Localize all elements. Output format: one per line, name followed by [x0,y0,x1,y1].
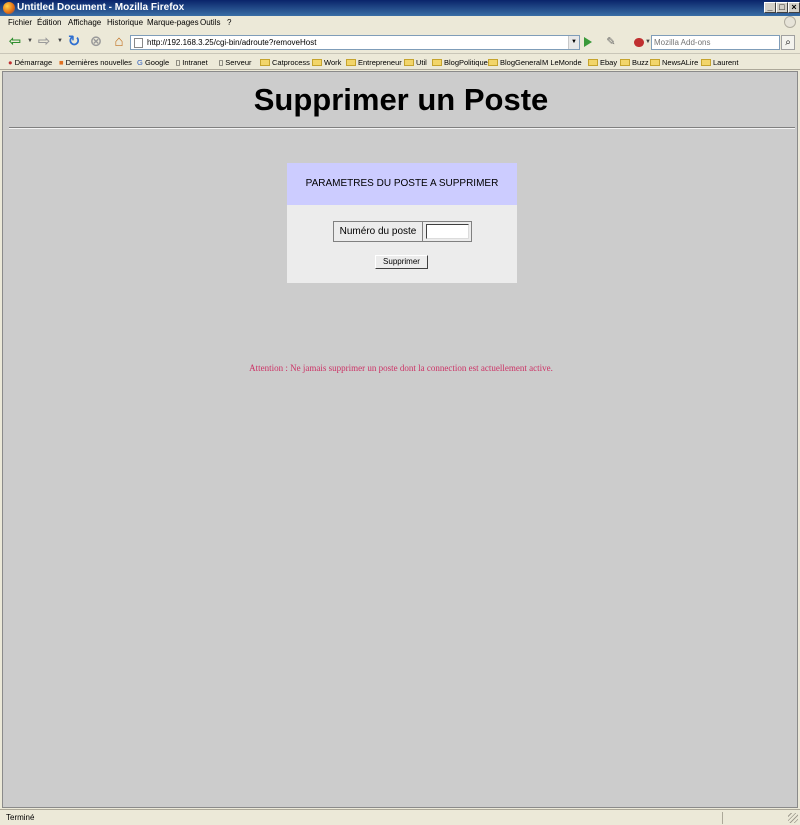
folder-icon [312,59,322,66]
page-icon [134,38,143,48]
form-header: PARAMETRES DU POSTE A SUPPRIMER [287,163,517,205]
addon-icon[interactable]: ✎ [602,34,620,50]
bookmark-item[interactable]: ▯ Intranet [176,57,208,68]
host-number-label: Numéro du poste [334,222,423,241]
google-icon: G [137,58,143,67]
lemonde-icon: M [542,58,549,67]
folder-icon [432,59,442,66]
horizontal-rule [9,127,795,129]
menu-marque-pages[interactable]: Marque-pages [147,17,199,29]
bookmark-folder[interactable]: NewsALire [650,57,698,68]
folder-icon [488,59,498,66]
host-number-input[interactable] [426,224,469,239]
bookmark-folder[interactable]: Catprocess [260,57,310,68]
folder-icon [650,59,660,66]
menu-historique[interactable]: Historique [107,17,143,29]
activity-throbber-icon [784,16,796,28]
url-dropdown-icon[interactable]: ▼ [568,36,579,49]
url-input[interactable] [147,36,567,49]
folder-icon [346,59,356,66]
folder-icon [620,59,630,66]
search-icon[interactable]: ⌕ [781,35,795,50]
bookmark-item[interactable]: ▯ Serveur [219,57,252,68]
remove-host-form: PARAMETRES DU POSTE A SUPPRIMER Numéro d… [287,163,517,283]
menu-outils[interactable]: Outils [200,17,220,29]
folder-icon [701,59,711,66]
folder-icon [260,59,270,66]
search-engine-selector[interactable]: ▼ [632,35,652,50]
search-bar[interactable] [651,35,780,50]
window-title: Untitled Document - Mozilla Firefox [17,2,185,13]
search-engine-icon [634,38,644,47]
status-separator [722,812,723,824]
menu-help[interactable]: ? [227,17,231,29]
bookmark-folder[interactable]: Entrepreneur [346,57,402,68]
page-icon: ▯ [219,58,224,67]
warning-message: Attention : Ne jamais supprimer un poste… [249,363,553,373]
bookmark-folder[interactable]: Buzz [620,57,649,68]
resize-grip-icon[interactable] [788,813,798,823]
folder-icon [588,59,598,66]
forward-dropdown-icon[interactable]: ▼ [57,38,63,44]
search-input[interactable] [652,36,777,49]
bookmark-item[interactable]: ■ Dernières nouvelles [59,57,132,68]
status-bar: Terminé [0,809,800,825]
bookmark-folder[interactable]: Work [312,57,341,68]
url-bar[interactable]: ▼ [130,35,580,50]
bookmark-item[interactable]: M LeMonde [542,57,582,68]
bookmark-folder[interactable]: Laurent [701,57,738,68]
bookmark-item[interactable]: G Google [137,57,169,68]
menu-fichier[interactable]: Fichier [8,17,32,29]
reload-icon[interactable]: ↻ [65,34,83,50]
page-content: Supprimer un Poste PARAMETRES DU POSTE A… [2,71,798,808]
page-icon: ▯ [176,58,181,67]
page-title: Supprimer un Poste [253,82,549,117]
host-number-field-group: Numéro du poste [333,221,472,242]
minimize-button[interactable]: _ [764,2,776,13]
bookmarks-toolbar: ● Démarrage ■ Dernières nouvelles G Goog… [0,55,800,70]
go-icon[interactable] [584,37,592,47]
firefox-icon [3,2,15,14]
menu-edition[interactable]: Édition [37,17,61,29]
firefox-bookmark-icon: ● [8,58,13,67]
bookmark-folder[interactable]: Util [404,57,427,68]
rss-icon: ■ [59,58,64,67]
bookmark-folder[interactable]: Ebay [588,57,617,68]
bookmark-item[interactable]: ● Démarrage [8,57,52,68]
menu-bar: Fichier Édition Affichage Historique Mar… [0,16,800,30]
stop-icon[interactable]: ⊗ [87,34,105,50]
bookmark-folder[interactable]: BlogPolitique [432,57,488,68]
folder-icon [404,59,414,66]
bookmark-folder[interactable]: BlogGeneral [488,57,542,68]
back-arrow-icon[interactable]: ⇦ [6,34,24,50]
home-icon[interactable]: ⌂ [110,34,128,50]
delete-button[interactable]: Supprimer [375,255,428,269]
close-button[interactable]: × [788,2,800,13]
menu-affichage[interactable]: Affichage [68,17,101,29]
back-dropdown-icon[interactable]: ▼ [27,38,33,44]
window-titlebar: Untitled Document - Mozilla Firefox _ □ … [0,0,800,16]
maximize-button[interactable]: □ [776,2,788,13]
forward-arrow-icon[interactable]: ⇨ [35,34,53,50]
status-text: Terminé [6,813,35,822]
navigation-toolbar: ⇦ ▼ ⇨ ▼ ↻ ⊗ ⌂ ▼ ✎ ▼ ⌕ [0,30,800,54]
